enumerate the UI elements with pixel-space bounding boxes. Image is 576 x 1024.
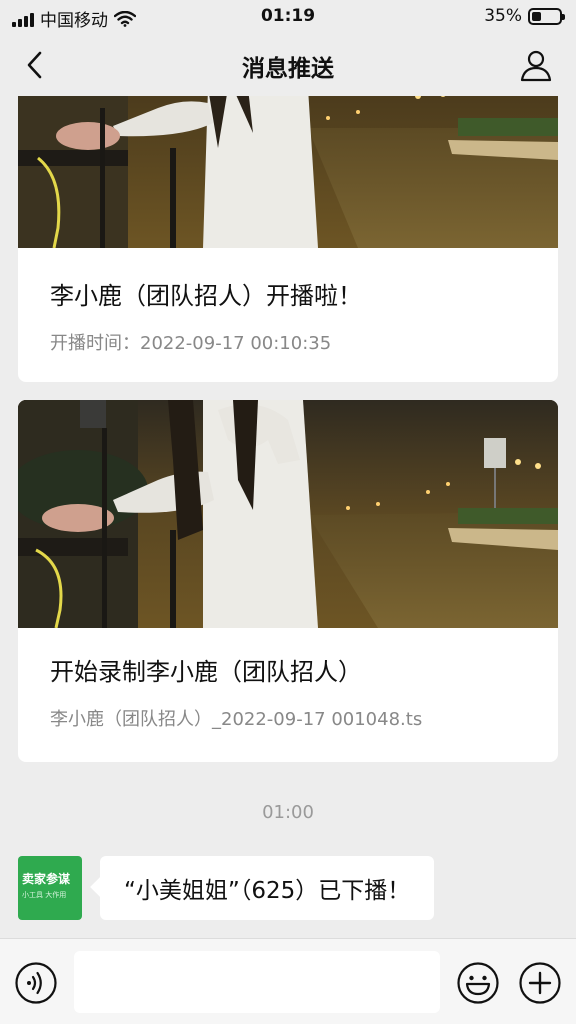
input-bar	[0, 938, 576, 1024]
message-timestamp: 01:00	[262, 802, 314, 823]
card-subtitle: 开播时间：2022-09-17 00:10:35	[50, 333, 332, 354]
battery-icon	[528, 7, 565, 25]
recording-thumbnail	[18, 400, 558, 628]
chat-message: 卖家参谋 小工具 大作用 “小美姐姐”（625）已下播！	[18, 856, 558, 920]
status-bar-right: 35%	[484, 6, 565, 26]
avatar-tagline: 小工具 大作用	[22, 891, 67, 899]
card-title: 李小鹿（团队招人）开播啦！	[50, 282, 362, 310]
avatar-label: 卖家参谋	[22, 872, 71, 886]
card-title: 开始录制李小鹿（团队招人）	[50, 658, 362, 686]
battery-percent: 35%	[484, 6, 522, 26]
status-bar: 中国移动 01:19 35%	[0, 0, 576, 34]
recording-notification-card[interactable]: 开始录制李小鹿（团队招人） 李小鹿（团队招人）_2022-09-17 00104…	[18, 400, 558, 762]
voice-icon[interactable]	[14, 961, 58, 1005]
profile-icon[interactable]	[518, 48, 554, 84]
battery-level-fill	[532, 11, 542, 21]
live-thumbnail	[18, 96, 558, 248]
page-title: 消息推送	[242, 56, 334, 82]
live-notification-card[interactable]: 李小鹿（团队招人）开播啦！ 开播时间：2022-09-17 00:10:35	[18, 96, 558, 382]
avatar[interactable]: 卖家参谋 小工具 大作用	[18, 856, 82, 920]
message-bubble[interactable]: “小美姐姐”（625）已下播！	[100, 856, 435, 920]
nav-bar: 消息推送	[0, 34, 576, 96]
emoji-icon[interactable]	[456, 961, 500, 1005]
plus-icon[interactable]	[518, 961, 562, 1005]
message-input[interactable]	[74, 951, 440, 1013]
message-list[interactable]: 李小鹿（团队招人）开播啦！ 开播时间：2022-09-17 00:10:35 开…	[0, 96, 576, 938]
card-subtitle: 李小鹿（团队招人）_2022-09-17 001048.ts	[50, 709, 423, 730]
